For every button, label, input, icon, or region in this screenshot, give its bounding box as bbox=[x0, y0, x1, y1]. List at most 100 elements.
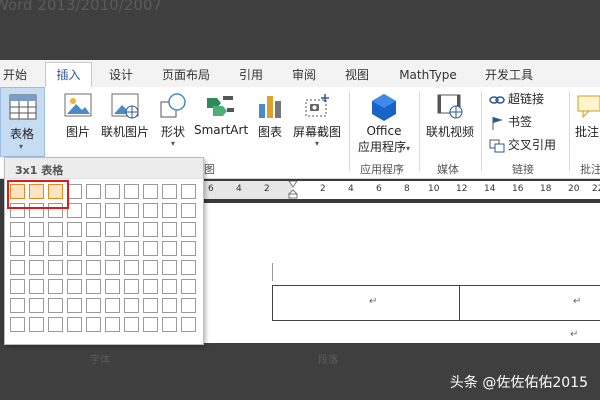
table-grid-cell[interactable] bbox=[181, 317, 196, 332]
table-grid-cell[interactable] bbox=[86, 222, 101, 237]
table-grid-cell[interactable] bbox=[162, 279, 177, 294]
table-grid-cell[interactable] bbox=[181, 184, 196, 199]
table-grid-cell[interactable] bbox=[143, 279, 158, 294]
tab-page-layout[interactable]: 页面布局 bbox=[158, 64, 214, 86]
table-grid-cell[interactable] bbox=[29, 279, 44, 294]
horizontal-ruler[interactable]: 6 4 2 2 4 6 8 10 12 14 16 18 20 22 bbox=[200, 181, 600, 199]
table-grid-cell[interactable] bbox=[86, 317, 101, 332]
table-grid-cell[interactable] bbox=[143, 222, 158, 237]
table-grid-cell[interactable] bbox=[10, 260, 25, 275]
hyperlink-button[interactable]: 超链接 bbox=[489, 90, 544, 108]
tab-review[interactable]: 审阅 bbox=[286, 64, 322, 86]
table-grid-cell[interactable] bbox=[10, 279, 25, 294]
table-grid-cell[interactable] bbox=[67, 317, 82, 332]
table-button[interactable]: 表格 ▾ bbox=[0, 87, 45, 157]
table-grid-cell[interactable] bbox=[143, 317, 158, 332]
document-table[interactable]: ↵ ↵ bbox=[272, 285, 600, 321]
table-grid-cell[interactable] bbox=[67, 184, 82, 199]
tab-mathtype[interactable]: MathType bbox=[395, 64, 461, 86]
tab-references[interactable]: 引用 bbox=[234, 64, 268, 86]
table-grid-cell[interactable] bbox=[124, 184, 139, 199]
bookmark-button[interactable]: 书签 bbox=[489, 113, 532, 131]
table-grid-cell[interactable] bbox=[162, 260, 177, 275]
document-page[interactable]: ↵ ↵ ↵ bbox=[200, 203, 600, 343]
table-grid-cell[interactable] bbox=[105, 260, 120, 275]
table-grid-cell[interactable] bbox=[86, 241, 101, 256]
table-grid-cell[interactable] bbox=[67, 298, 82, 313]
table-grid-cell[interactable] bbox=[29, 317, 44, 332]
table-grid-cell[interactable] bbox=[162, 222, 177, 237]
comment-button[interactable]: 批注 bbox=[575, 92, 600, 140]
table-grid-cell[interactable] bbox=[124, 317, 139, 332]
table-grid-cell[interactable] bbox=[105, 222, 120, 237]
indent-marker-icon[interactable] bbox=[288, 181, 298, 199]
table-grid-cell[interactable] bbox=[67, 203, 82, 218]
table-grid-cell[interactable] bbox=[143, 241, 158, 256]
table-grid-cell[interactable] bbox=[143, 298, 158, 313]
table-grid-cell[interactable] bbox=[10, 298, 25, 313]
table-grid-cell[interactable] bbox=[105, 298, 120, 313]
tab-developer[interactable]: 开发工具 bbox=[480, 64, 538, 86]
table-grid-cell[interactable] bbox=[105, 279, 120, 294]
table-grid-cell[interactable] bbox=[143, 184, 158, 199]
table-grid-cell[interactable] bbox=[10, 241, 25, 256]
table-grid-cell[interactable] bbox=[105, 241, 120, 256]
table-grid-cell[interactable] bbox=[67, 279, 82, 294]
table-grid-cell[interactable] bbox=[67, 222, 82, 237]
tab-home[interactable]: 开始 bbox=[0, 64, 30, 86]
chart-button[interactable]: 图表 bbox=[254, 92, 286, 140]
table-grid-cell[interactable] bbox=[10, 222, 25, 237]
table-grid-cell[interactable] bbox=[143, 203, 158, 218]
table-grid-cell[interactable] bbox=[29, 222, 44, 237]
tab-view[interactable]: 视图 bbox=[340, 64, 374, 86]
table-grid-cell[interactable] bbox=[181, 241, 196, 256]
table-grid-cell[interactable] bbox=[124, 241, 139, 256]
table-grid-cell[interactable] bbox=[86, 203, 101, 218]
table-grid-cell[interactable] bbox=[124, 203, 139, 218]
table-grid-cell[interactable] bbox=[29, 298, 44, 313]
table-grid-cell[interactable] bbox=[67, 260, 82, 275]
table-grid-cell[interactable] bbox=[162, 184, 177, 199]
table-grid-cell[interactable] bbox=[67, 241, 82, 256]
table-grid-cell[interactable] bbox=[105, 317, 120, 332]
screenshot-button[interactable]: 屏幕截图 ▾ bbox=[290, 92, 344, 148]
table-grid-cell[interactable] bbox=[48, 222, 63, 237]
table-grid-cell[interactable] bbox=[48, 279, 63, 294]
table-grid-cell[interactable] bbox=[29, 260, 44, 275]
table-grid-cell[interactable] bbox=[124, 222, 139, 237]
table-grid-cell[interactable] bbox=[86, 279, 101, 294]
table-grid-cell[interactable] bbox=[48, 298, 63, 313]
table-grid-cell[interactable] bbox=[162, 241, 177, 256]
table-grid-cell[interactable] bbox=[162, 203, 177, 218]
online-picture-button[interactable]: 联机图片 bbox=[99, 92, 151, 140]
smartart-button[interactable]: SmartArt bbox=[194, 92, 248, 137]
table-grid-cell[interactable] bbox=[48, 241, 63, 256]
office-apps-button[interactable]: Office 应用程序▾ bbox=[352, 92, 416, 155]
online-video-button[interactable]: 联机视频 bbox=[422, 92, 478, 140]
shapes-button[interactable]: 形状 ▾ bbox=[155, 92, 191, 148]
tab-insert[interactable]: 插入 bbox=[45, 62, 92, 88]
table-grid-cell[interactable] bbox=[48, 260, 63, 275]
table-grid-cell[interactable] bbox=[181, 222, 196, 237]
table-grid-cell[interactable] bbox=[10, 317, 25, 332]
table-grid-cell[interactable] bbox=[124, 260, 139, 275]
table-grid-cell[interactable] bbox=[124, 298, 139, 313]
table-grid-cell[interactable] bbox=[86, 184, 101, 199]
table-grid-cell[interactable] bbox=[181, 203, 196, 218]
table-grid-cell[interactable] bbox=[86, 298, 101, 313]
table-grid-cell[interactable] bbox=[181, 298, 196, 313]
table-grid-cell[interactable] bbox=[29, 241, 44, 256]
table-grid-cell[interactable] bbox=[86, 260, 101, 275]
picture-button[interactable]: 图片 bbox=[58, 92, 98, 140]
table-grid-cell[interactable] bbox=[105, 184, 120, 199]
table-grid-cell[interactable] bbox=[181, 260, 196, 275]
table-grid-cell[interactable] bbox=[162, 317, 177, 332]
table-grid-cell[interactable] bbox=[143, 260, 158, 275]
table-grid-cell[interactable] bbox=[105, 203, 120, 218]
table-grid-cell[interactable] bbox=[124, 279, 139, 294]
tab-design[interactable]: 设计 bbox=[103, 64, 139, 86]
table-grid-cell[interactable] bbox=[48, 317, 63, 332]
table-grid-cell[interactable] bbox=[181, 279, 196, 294]
table-grid-cell[interactable] bbox=[162, 298, 177, 313]
cross-reference-button[interactable]: 交叉引用 bbox=[489, 136, 556, 154]
